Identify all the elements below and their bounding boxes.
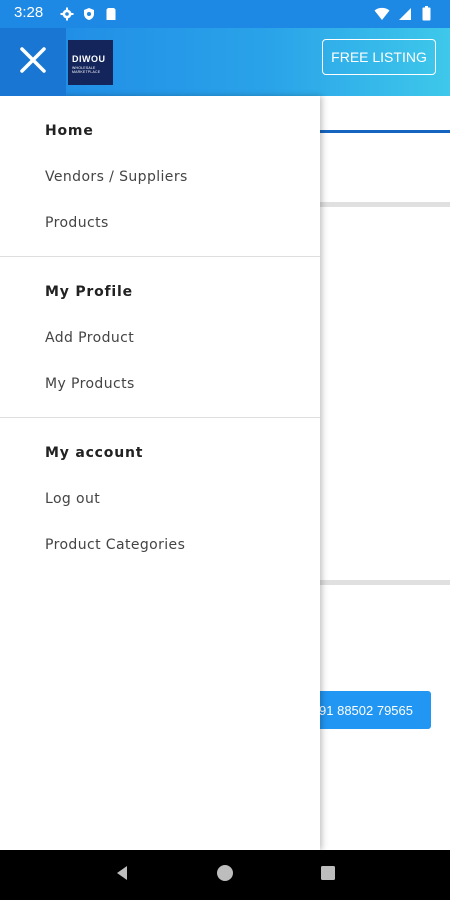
home-icon[interactable] — [216, 864, 234, 886]
section-divider — [320, 202, 450, 207]
logo-subtext: WHOLESALE MARKETPLACE — [72, 66, 101, 74]
battery-icon — [422, 6, 436, 21]
free-listing-button[interactable]: FREE LISTING — [322, 39, 436, 75]
shield-icon — [82, 6, 96, 20]
close-drawer-button[interactable] — [0, 28, 66, 96]
menu-item-my-account[interactable]: My account — [0, 430, 320, 476]
section-divider — [320, 580, 450, 585]
settings-icon — [60, 6, 74, 21]
signal-icon — [398, 6, 412, 20]
menu-item-my-profile[interactable]: My Profile — [0, 269, 320, 315]
recents-icon[interactable] — [319, 864, 337, 886]
menu-section-profile: My Profile Add Product My Products — [0, 257, 320, 418]
system-nav-bar — [0, 850, 450, 900]
menu-item-add-product[interactable]: Add Product — [0, 315, 320, 361]
menu-item-home[interactable]: Home — [0, 108, 320, 154]
menu-item-log-out[interactable]: Log out — [0, 476, 320, 522]
menu-section-account: My account Log out Product Categories — [0, 418, 320, 578]
logo-text: DIWOU — [72, 54, 106, 64]
status-time: 3:28 — [14, 4, 44, 21]
close-icon — [18, 45, 48, 79]
app-logo[interactable]: DIWOU WHOLESALE MARKETPLACE — [68, 40, 113, 85]
back-icon[interactable] — [113, 864, 131, 886]
sim-card-icon — [104, 6, 118, 20]
menu-item-vendors-suppliers[interactable]: Vendors / Suppliers — [0, 154, 320, 200]
menu-item-product-categories[interactable]: Product Categories — [0, 522, 320, 568]
menu-item-my-products[interactable]: My Products — [0, 361, 320, 407]
status-bar: 3:28 — [0, 0, 450, 28]
wifi-icon — [374, 6, 390, 20]
tab-indicator — [320, 130, 450, 133]
menu-item-products[interactable]: Products — [0, 200, 320, 246]
navigation-drawer: Home Vendors / Suppliers Products My Pro… — [0, 96, 320, 850]
menu-section-main: Home Vendors / Suppliers Products — [0, 96, 320, 257]
